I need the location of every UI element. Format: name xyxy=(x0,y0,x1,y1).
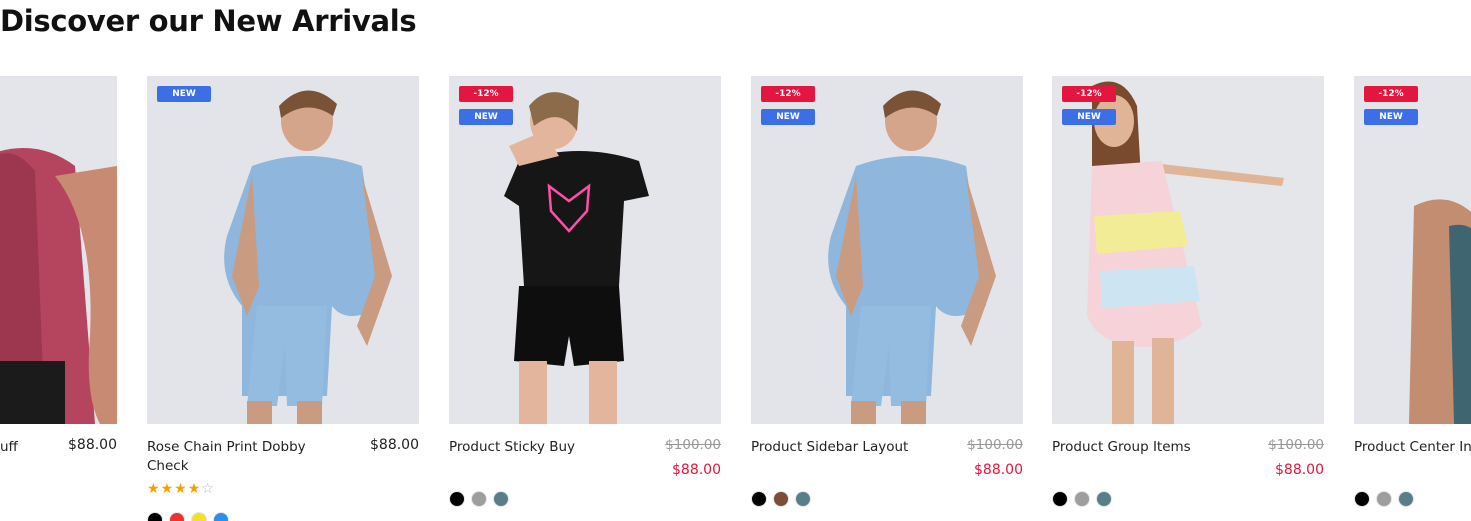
product-card[interactable]: NEW Rose Chain Print Dobby Check $88.00 … xyxy=(147,76,419,521)
color-swatch[interactable] xyxy=(795,491,811,507)
star-icon: ★ xyxy=(147,481,161,497)
product-old-price: $100.00 xyxy=(1268,437,1324,453)
product-card[interactable]: -12% NEW Product Center In xyxy=(1354,76,1471,521)
color-swatch[interactable] xyxy=(1052,491,1068,507)
color-swatch[interactable] xyxy=(1354,491,1370,507)
color-swatch[interactable] xyxy=(147,512,163,521)
color-swatch[interactable] xyxy=(1074,491,1090,507)
discount-badge: -12% xyxy=(761,86,815,102)
product-price: $88.00 xyxy=(370,437,419,453)
section-title: Discover our New Arrivals xyxy=(0,4,417,38)
color-swatch[interactable] xyxy=(1096,491,1112,507)
product-carousel: uff $88.00 NEW Rose Chain Print Dobby Ch… xyxy=(0,76,1471,521)
new-badge: NEW xyxy=(761,109,815,125)
product-title[interactable]: uff xyxy=(0,438,60,457)
discount-badge: -12% xyxy=(459,86,513,102)
color-swatch[interactable] xyxy=(1398,491,1414,507)
new-badge: NEW xyxy=(1062,109,1116,125)
product-title[interactable]: Rose Chain Print Dobby Check xyxy=(147,438,337,476)
product-sale-price: $88.00 xyxy=(1275,462,1324,478)
color-swatch[interactable] xyxy=(471,491,487,507)
product-image[interactable]: -12% NEW xyxy=(1354,76,1471,424)
color-swatches xyxy=(147,512,229,521)
product-image[interactable]: -12% NEW xyxy=(449,76,721,424)
color-swatch[interactable] xyxy=(191,512,207,521)
color-swatch[interactable] xyxy=(773,491,789,507)
color-swatch[interactable] xyxy=(213,512,229,521)
rating-stars: ★★★★☆ xyxy=(147,481,215,497)
color-swatches xyxy=(1052,491,1112,507)
product-image[interactable]: -12% NEW xyxy=(1052,76,1324,424)
discount-badge: -12% xyxy=(1364,86,1418,102)
color-swatch[interactable] xyxy=(751,491,767,507)
star-icon: ★ xyxy=(174,481,188,497)
product-title[interactable]: Product Sticky Buy xyxy=(449,438,639,457)
product-title[interactable]: Product Sidebar Layout xyxy=(751,438,941,457)
product-card[interactable]: -12% NEW Product Sticky Buy $100.00 $88.… xyxy=(449,76,721,521)
star-icon: ★ xyxy=(187,481,202,497)
star-icon: ★ xyxy=(160,481,175,497)
color-swatch[interactable] xyxy=(449,491,465,507)
color-swatch[interactable] xyxy=(493,491,509,507)
product-card[interactable]: -12% NEW Product Group Items $100.00 $88… xyxy=(1052,76,1324,521)
color-swatch[interactable] xyxy=(169,512,185,521)
color-swatches xyxy=(751,491,811,507)
new-badge: NEW xyxy=(157,86,211,102)
color-swatch[interactable] xyxy=(1376,491,1392,507)
new-badge: NEW xyxy=(459,109,513,125)
product-card[interactable]: -12% NEW Product Sidebar Layout $100.00 … xyxy=(751,76,1023,521)
product-card[interactable]: uff $88.00 xyxy=(0,76,117,521)
product-price: $88.00 xyxy=(68,437,117,453)
color-swatches xyxy=(1354,491,1414,507)
product-image[interactable] xyxy=(0,76,117,424)
product-image[interactable]: -12% NEW xyxy=(751,76,1023,424)
star-empty-icon: ☆ xyxy=(201,481,215,497)
product-title[interactable]: Product Group Items xyxy=(1052,438,1242,457)
product-title[interactable]: Product Center In xyxy=(1354,438,1471,457)
product-old-price: $100.00 xyxy=(665,437,721,453)
discount-badge: -12% xyxy=(1062,86,1116,102)
product-old-price: $100.00 xyxy=(967,437,1023,453)
product-image[interactable]: NEW xyxy=(147,76,419,424)
product-sale-price: $88.00 xyxy=(974,462,1023,478)
product-sale-price: $88.00 xyxy=(672,462,721,478)
new-badge: NEW xyxy=(1364,109,1418,125)
color-swatches xyxy=(449,491,509,507)
